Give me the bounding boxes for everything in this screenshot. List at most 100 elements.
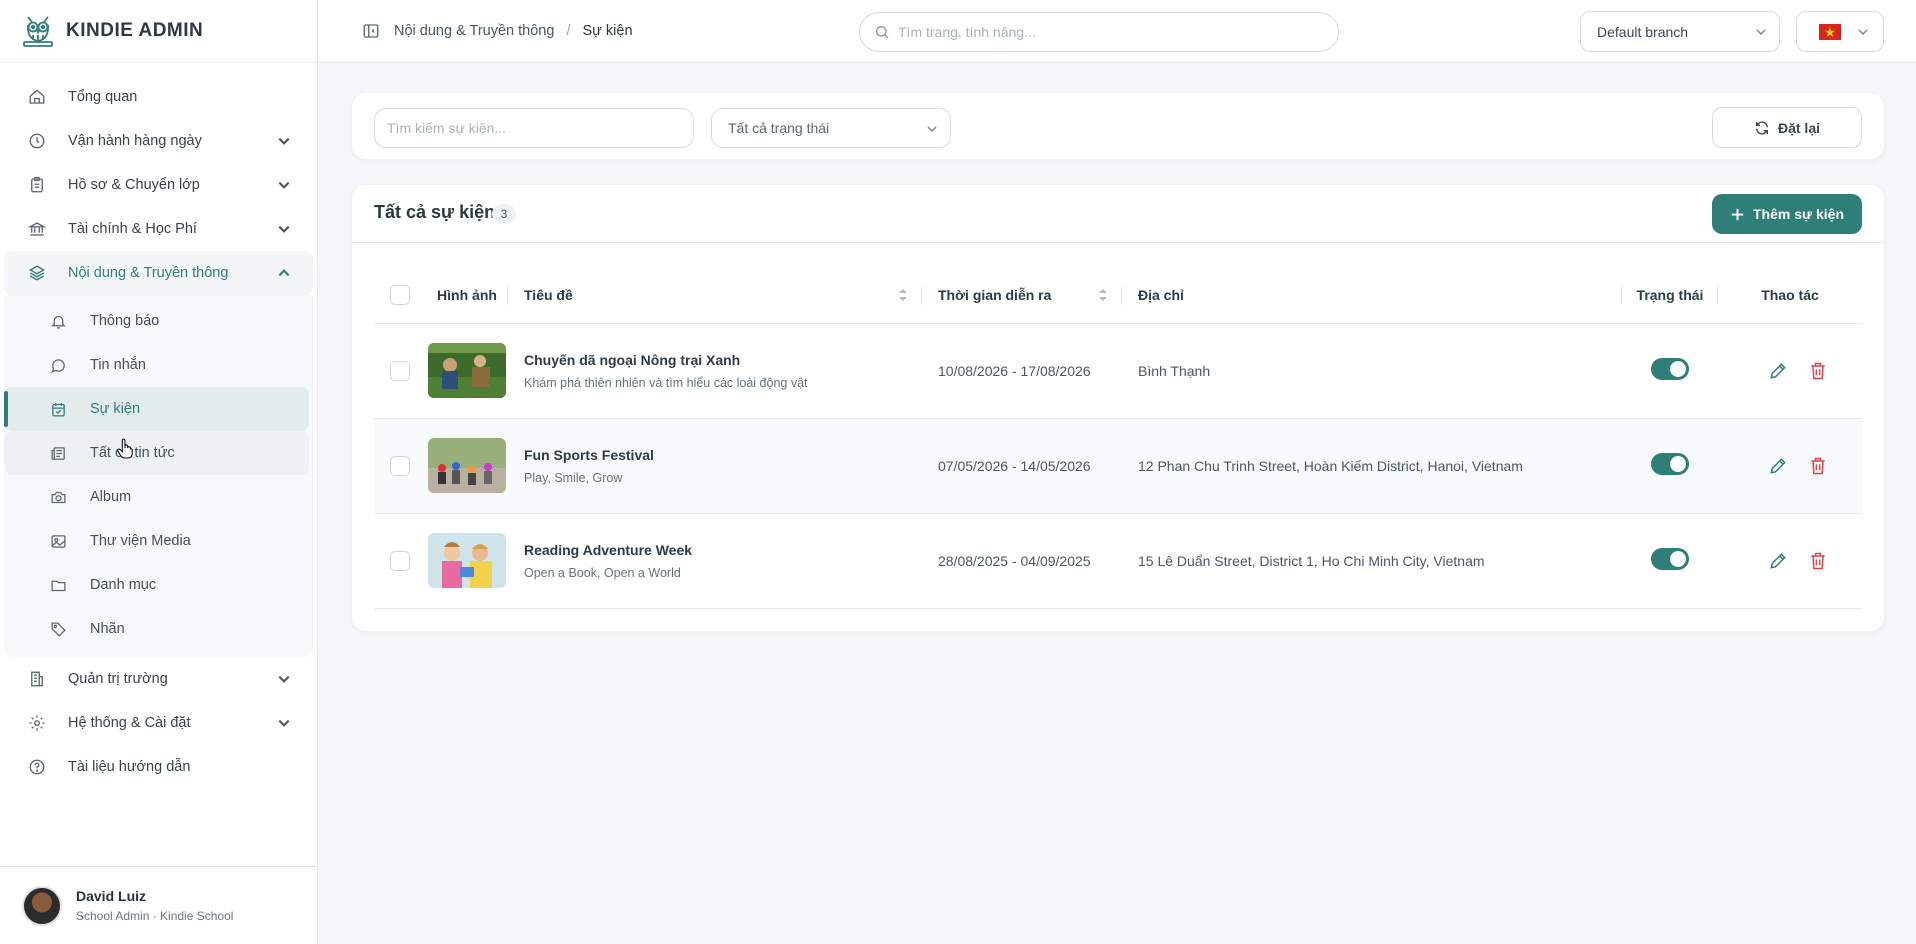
breadcrumb-current: Sự kiện (582, 23, 633, 39)
event-address: Bình Thạnh (1138, 362, 1211, 379)
trash-icon[interactable] (1808, 361, 1828, 381)
sidebar-item-events[interactable]: Sự kiện (4, 387, 309, 431)
brand-name: KINDIE ADMIN (66, 20, 204, 41)
chevron-down-icon (277, 134, 291, 148)
sidebar-item-label: Quản trị trường (68, 671, 168, 687)
breadcrumb: Nội dung & Truyền thông / Sự kiện (394, 23, 633, 39)
brand[interactable]: KINDIE ADMIN (0, 0, 317, 63)
branch-select[interactable]: Default branch (1580, 11, 1780, 52)
vietnam-flag-icon (1819, 24, 1841, 40)
folder-icon (50, 577, 72, 594)
table-header-row: Hình ảnh Tiêu đề Thời gian diễn ra Địa c… (374, 267, 1862, 324)
trash-icon[interactable] (1808, 456, 1828, 476)
sidebar-item-messages[interactable]: Tin nhắn (4, 343, 313, 387)
sidebar-item-daily-operations[interactable]: Vận hành hàng ngày (4, 119, 313, 163)
sidebar-item-overview[interactable]: Tổng quan (4, 75, 313, 119)
sidebar-item-finance[interactable]: Tài chính & Học Phí (4, 207, 313, 251)
event-title[interactable]: Fun Sports Festival (524, 447, 922, 463)
trash-icon[interactable] (1808, 551, 1828, 571)
sidebar-item-media-library[interactable]: Thư viện Media (4, 519, 313, 563)
user-name: David Luiz (76, 888, 147, 904)
global-search-input[interactable] (898, 24, 1338, 40)
column-header-title[interactable]: Tiêu đề (508, 267, 922, 324)
sort-icon[interactable] (1098, 288, 1108, 302)
chevron-up-icon (277, 266, 291, 280)
sidebar-item-school-admin[interactable]: Quản trị trường (4, 657, 313, 701)
column-header-label: Hình ảnh (437, 286, 497, 303)
select-all-checkbox[interactable] (390, 284, 410, 305)
calendar-check-icon (50, 401, 72, 418)
sidebar-item-label: Nội dung & Truyền thông (68, 265, 229, 281)
sidebar-item-content-media[interactable]: Nội dung & Truyền thông (4, 251, 313, 295)
sidebar-item-label: Danh mục (90, 577, 157, 593)
chevron-down-icon (277, 672, 291, 686)
edit-icon[interactable] (1768, 456, 1788, 476)
user-profile[interactable]: David Luiz School Admin · Kindie School (0, 866, 318, 944)
hand-cursor-icon (116, 438, 134, 460)
select-all-cell (374, 267, 426, 324)
edit-icon[interactable] (1768, 361, 1788, 381)
column-header-actions: Thao tác (1718, 267, 1862, 324)
language-select[interactable] (1796, 11, 1884, 52)
add-event-button[interactable]: Thêm sự kiện (1712, 194, 1862, 234)
sidebar-item-label: Tài liệu hướng dẫn (68, 759, 191, 775)
event-subtitle: Open a Book, Open a World (524, 565, 681, 580)
sidebar-item-documentation[interactable]: Tài liệu hướng dẫn (4, 745, 313, 789)
branch-select-value: Default branch (1597, 23, 1689, 40)
status-filter-value: Tất cả trạng thái (728, 120, 830, 136)
event-subtitle: Play, Smile, Grow (524, 470, 623, 485)
events-card-header: Tất cả sự kiện 3 Thêm sự kiện (352, 185, 1884, 243)
reset-button[interactable]: Đặt lại (1712, 107, 1862, 148)
event-address: 12 Phan Chu Trinh Street, Hoàn Kiếm Dist… (1138, 457, 1523, 474)
event-thumbnail (428, 533, 506, 588)
bank-icon (28, 220, 50, 238)
chevron-down-icon (1857, 26, 1869, 38)
sidebar-item-tags[interactable]: Nhãn (4, 607, 313, 651)
clock-icon (28, 132, 50, 150)
column-header-label: Trạng thái (1636, 286, 1704, 303)
sidebar-item-categories[interactable]: Danh mục (4, 563, 313, 607)
chevron-down-icon (926, 123, 938, 135)
sidebar-item-label: Thông báo (90, 313, 160, 329)
sidebar-item-system-settings[interactable]: Hệ thống & Cài đặt (4, 701, 313, 745)
chevron-down-icon (277, 222, 291, 236)
breadcrumb-parent[interactable]: Nội dung & Truyền thông (394, 23, 554, 39)
event-search[interactable] (374, 108, 694, 148)
sidebar-item-album[interactable]: Album (4, 475, 313, 519)
column-header-label: Thời gian diễn ra (938, 286, 1052, 303)
sort-icon[interactable] (898, 288, 908, 302)
sidebar-toggle-icon[interactable] (362, 22, 380, 40)
edit-icon[interactable] (1768, 551, 1788, 571)
sidebar-item-all-news[interactable]: Tất cả tin tức (4, 431, 309, 475)
chevron-down-icon (277, 716, 291, 730)
breadcrumb-separator: / (566, 23, 571, 39)
row-checkbox[interactable] (390, 360, 410, 381)
table-row[interactable]: Chuyến dã ngoại Nông trại Xanh Khám phá … (374, 323, 1862, 418)
row-checkbox[interactable] (390, 550, 410, 571)
status-toggle[interactable] (1651, 548, 1689, 570)
row-checkbox[interactable] (390, 455, 410, 476)
sidebar-item-notifications[interactable]: Thông báo (4, 299, 313, 343)
sidebar-item-label: Tài chính & Học Phí (68, 221, 197, 237)
table-row[interactable]: Fun Sports Festival Play, Smile, Grow 07… (374, 418, 1862, 513)
event-search-input[interactable] (387, 120, 693, 136)
sidebar-subnav: Thông báo Tin nhắn Sự kiện Tất cả tin tứ… (4, 295, 313, 657)
table-row[interactable]: Reading Adventure Week Open a Book, Open… (374, 513, 1862, 608)
event-title[interactable]: Chuyến dã ngoại Nông trại Xanh (524, 352, 922, 368)
column-header-time[interactable]: Thời gian diễn ra (922, 267, 1122, 324)
building-icon (28, 670, 50, 688)
plus-icon (1730, 207, 1745, 222)
status-toggle[interactable] (1651, 453, 1689, 475)
sidebar-item-label: Thư viện Media (90, 533, 191, 549)
column-header-label: Thao tác (1761, 286, 1819, 303)
events-table: Hình ảnh Tiêu đề Thời gian diễn ra Địa c… (374, 267, 1862, 609)
sidebar-item-records[interactable]: Hồ sơ & Chuyển lớp (4, 163, 313, 207)
event-title[interactable]: Reading Adventure Week (524, 542, 922, 558)
status-toggle[interactable] (1651, 358, 1689, 380)
column-header-label: Địa chỉ (1138, 286, 1184, 303)
status-filter-select[interactable]: Tất cả trạng thái (711, 108, 951, 148)
event-time: 10/08/2026 - 17/08/2026 (938, 362, 1091, 379)
chat-icon (50, 357, 72, 374)
global-search[interactable] (859, 12, 1339, 52)
newspaper-icon (50, 445, 72, 462)
